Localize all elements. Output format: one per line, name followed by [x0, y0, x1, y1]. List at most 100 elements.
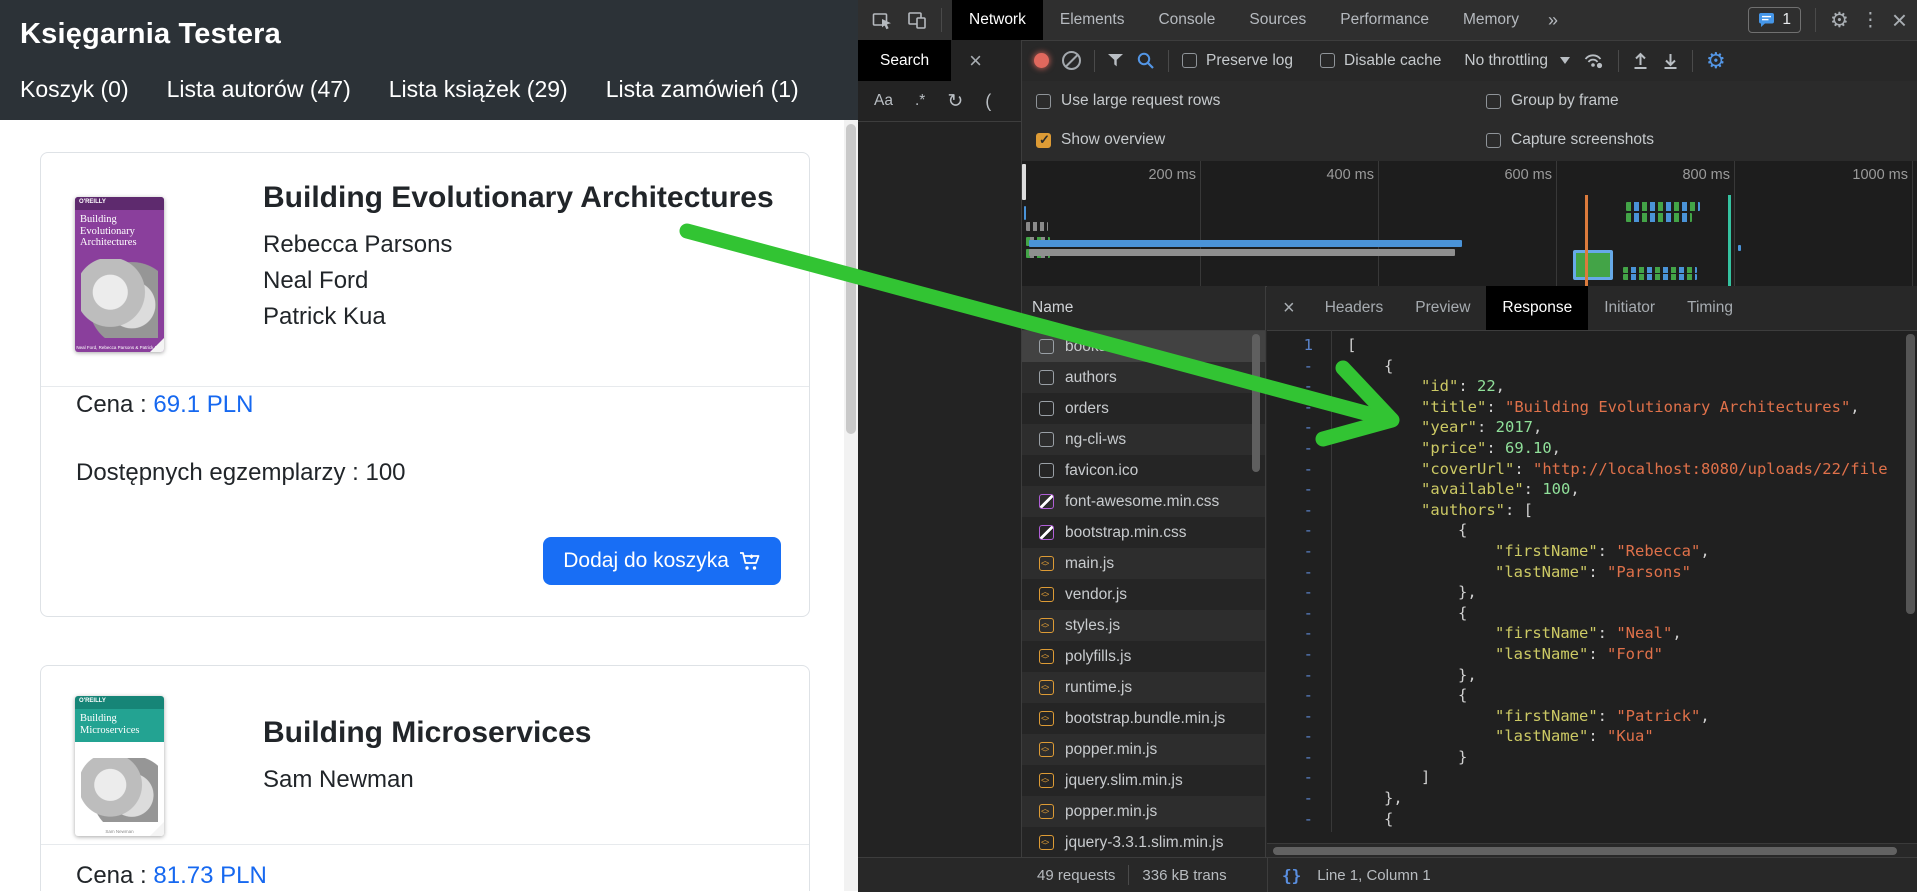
tab-preview[interactable]: Preview	[1399, 286, 1486, 330]
request-row[interactable]: orders	[1022, 393, 1265, 424]
search-tab[interactable]: Search	[858, 40, 952, 81]
code-line: "id": 21,	[1347, 829, 1917, 832]
gutter-marker: -	[1303, 500, 1313, 519]
response-hscrollbar-thumb[interactable]	[1273, 846, 1897, 855]
gutter-marker: -	[1303, 356, 1313, 375]
tab-elements[interactable]: Elements	[1043, 0, 1142, 40]
filter-funnel-icon[interactable]	[1108, 54, 1123, 67]
doc-file-icon	[1039, 370, 1054, 385]
search-close-icon[interactable]: ×	[969, 48, 982, 74]
toolbar-separator	[941, 8, 942, 32]
request-row[interactable]: bootstrap.min.css	[1022, 517, 1265, 548]
throttling-dropdown[interactable]: No throttling	[1464, 52, 1570, 70]
request-row[interactable]: authors	[1022, 362, 1265, 393]
kebab-menu-icon[interactable]: ⋮	[1861, 11, 1880, 30]
response-vscrollbar-thumb[interactable]	[1906, 334, 1915, 614]
response-body-viewer[interactable]: 1------------------------- [{"id": 22,"t…	[1267, 330, 1917, 832]
price-label: Cena :	[76, 391, 147, 418]
name-column-header[interactable]: Name	[1022, 286, 1265, 331]
request-name-pane: Name books authors orders ng-cli-ws favicon.…	[1022, 286, 1266, 857]
overview-left-grip[interactable]	[1022, 164, 1026, 200]
throttling-value: No throttling	[1464, 51, 1548, 69]
gutter-marker: -	[1267, 829, 1323, 832]
request-row[interactable]: popper.min.js	[1022, 796, 1265, 827]
settings-gear-icon[interactable]: ⚙	[1830, 10, 1849, 31]
request-row[interactable]: jquery-3.3.1.slim.min.js	[1022, 827, 1265, 857]
request-list[interactable]: books authors orders ng-cli-ws favicon.ico fo…	[1022, 331, 1265, 857]
doc-file-icon	[1039, 463, 1054, 478]
nav-lista-zamowien[interactable]: Lista zamówień (1)	[606, 76, 799, 103]
detail-tabbar: × Headers Preview Response Initiator Tim…	[1267, 286, 1917, 331]
cover-illustration	[81, 758, 158, 822]
more-tabs-button[interactable]: »	[1536, 10, 1570, 31]
page-scrollbar[interactable]	[844, 120, 858, 891]
gutter-marker: -	[1303, 562, 1313, 581]
inspect-element-icon[interactable]	[872, 10, 893, 31]
tab-network[interactable]: Network	[952, 0, 1043, 40]
request-list-scrollbar-thumb[interactable]	[1252, 334, 1260, 472]
tab-memory[interactable]: Memory	[1446, 0, 1536, 40]
pretty-print-button[interactable]: {}	[1282, 866, 1301, 885]
request-name: orders	[1065, 399, 1109, 417]
use-large-request-rows-checkbox[interactable]: Use large request rows	[1036, 92, 1220, 110]
request-row[interactable]: popper.min.js	[1022, 734, 1265, 765]
code-line: "firstName": "Neal",	[1495, 624, 1682, 643]
request-row[interactable]: main.js	[1022, 548, 1265, 579]
nav-koszyk[interactable]: Koszyk (0)	[20, 76, 129, 103]
network-conditions-icon[interactable]	[1583, 51, 1605, 70]
js-file-icon	[1039, 649, 1054, 664]
request-name: popper.min.js	[1065, 740, 1158, 758]
refresh-search-icon[interactable]: ↻	[947, 90, 963, 113]
toolbar-separator	[1691, 49, 1693, 72]
match-case-button[interactable]: Aa	[874, 92, 893, 110]
preserve-log-checkbox[interactable]: Preserve log	[1182, 52, 1293, 70]
request-row[interactable]: books	[1022, 331, 1265, 362]
nav-lista-ksiazek[interactable]: Lista książek (29)	[389, 76, 568, 103]
issues-badge[interactable]: 1	[1748, 7, 1801, 33]
gutter-marker: -	[1303, 397, 1313, 416]
request-row[interactable]: font-awesome.min.css	[1022, 486, 1265, 517]
import-har-icon[interactable]	[1632, 51, 1649, 70]
capture-screenshots-checkbox[interactable]: Capture screenshots	[1486, 131, 1654, 149]
code-line: "lastName": "Parsons"	[1495, 562, 1691, 581]
response-hscrollbar[interactable]	[1267, 843, 1917, 857]
request-row[interactable]: ng-cli-ws	[1022, 424, 1265, 455]
request-row[interactable]: jquery.slim.min.js	[1022, 765, 1265, 796]
request-row[interactable]: styles.js	[1022, 610, 1265, 641]
request-name: bootstrap.min.css	[1065, 523, 1187, 541]
network-settings-gear-icon[interactable]: ⚙	[1706, 49, 1726, 72]
regex-button[interactable]: .*	[915, 92, 925, 110]
price-value: 69.1 PLN	[153, 391, 254, 418]
request-row[interactable]: favicon.ico	[1022, 455, 1265, 486]
tab-performance[interactable]: Performance	[1323, 0, 1446, 40]
tab-timing[interactable]: Timing	[1671, 286, 1749, 330]
group-by-frame-checkbox[interactable]: Group by frame	[1486, 92, 1619, 110]
tab-response[interactable]: Response	[1486, 286, 1589, 330]
nav-lista-autorow[interactable]: Lista autorów (47)	[167, 76, 351, 103]
record-network-log-button[interactable]	[1034, 53, 1049, 68]
tab-console[interactable]: Console	[1141, 0, 1232, 40]
request-row[interactable]: polyfills.js	[1022, 641, 1265, 672]
disable-cache-checkbox[interactable]: Disable cache	[1320, 52, 1441, 70]
tab-headers[interactable]: Headers	[1309, 286, 1400, 330]
request-row[interactable]: bootstrap.bundle.min.js	[1022, 703, 1265, 734]
tab-sources[interactable]: Sources	[1232, 0, 1323, 40]
export-har-icon[interactable]	[1662, 51, 1679, 70]
close-devtools-icon[interactable]: ×	[1892, 7, 1907, 33]
add-to-cart-button[interactable]: Dodaj do koszyka	[543, 537, 781, 585]
clear-network-log-icon[interactable]	[1062, 51, 1081, 70]
request-row[interactable]: vendor.js	[1022, 579, 1265, 610]
request-row[interactable]: runtime.js	[1022, 672, 1265, 703]
gutter-marker: -	[1303, 603, 1313, 622]
close-detail-icon[interactable]: ×	[1267, 297, 1309, 320]
issues-count: 1	[1782, 11, 1791, 28]
show-overview-checkbox[interactable]: Show overview	[1036, 131, 1165, 149]
device-toolbar-icon[interactable]	[907, 10, 927, 30]
checkbox-icon	[1036, 132, 1051, 148]
tab-initiator[interactable]: Initiator	[1588, 286, 1671, 330]
code-line: ]	[1421, 768, 1431, 787]
request-name: books	[1065, 337, 1107, 355]
network-overview-timeline[interactable]: 200 ms 400 ms 600 ms 800 ms 1000 ms	[1022, 161, 1917, 287]
page-scrollbar-thumb[interactable]	[846, 124, 856, 434]
search-network-icon[interactable]	[1136, 51, 1155, 70]
